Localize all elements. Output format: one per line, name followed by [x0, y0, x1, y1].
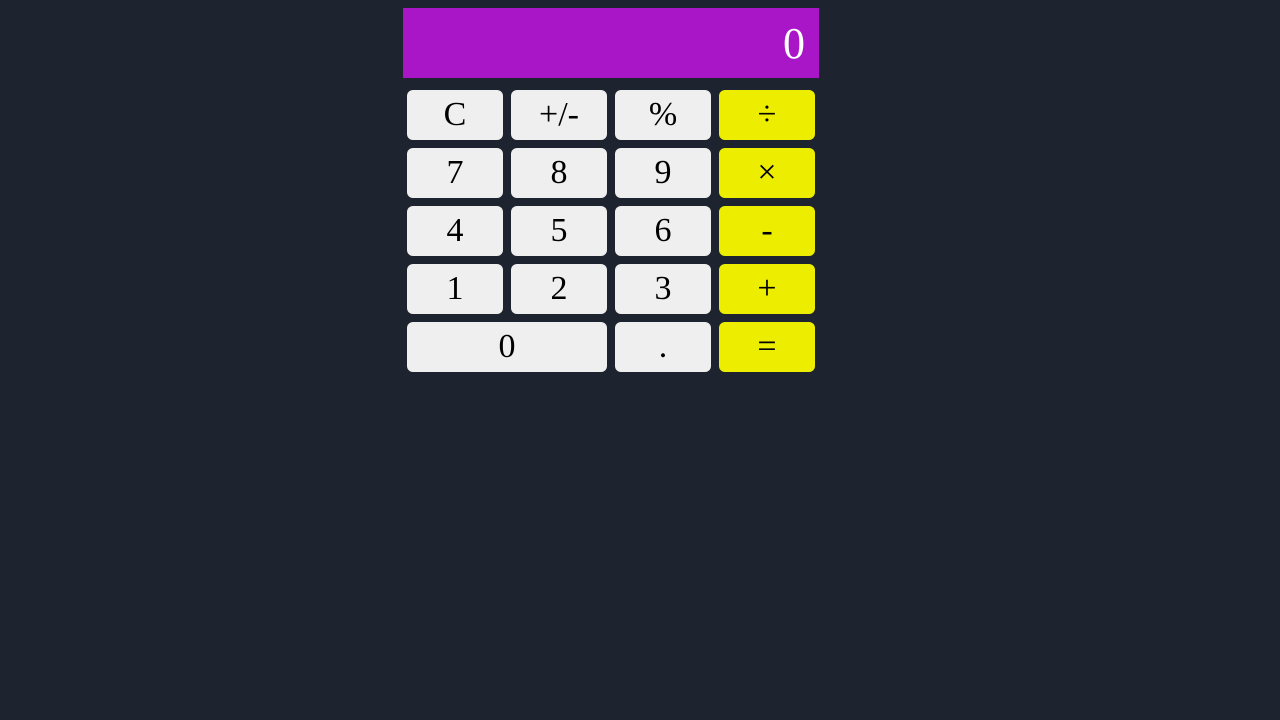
digit-5-button[interactable]: 5	[511, 206, 607, 256]
digit-6-button[interactable]: 6	[615, 206, 711, 256]
equals-button[interactable]: =	[719, 322, 815, 372]
subtract-button[interactable]: -	[719, 206, 815, 256]
clear-button[interactable]: C	[407, 90, 503, 140]
calculator-keypad: C +/- % ÷ 7 8 9 × 4 5 6 - 1 2 3 + 0 . =	[403, 90, 819, 372]
divide-button[interactable]: ÷	[719, 90, 815, 140]
decimal-button[interactable]: .	[615, 322, 711, 372]
multiply-button[interactable]: ×	[719, 148, 815, 198]
digit-2-button[interactable]: 2	[511, 264, 607, 314]
negate-button[interactable]: +/-	[511, 90, 607, 140]
percent-button[interactable]: %	[615, 90, 711, 140]
calculator-display: 0	[403, 8, 819, 78]
digit-0-button[interactable]: 0	[407, 322, 607, 372]
digit-3-button[interactable]: 3	[615, 264, 711, 314]
digit-8-button[interactable]: 8	[511, 148, 607, 198]
digit-1-button[interactable]: 1	[407, 264, 503, 314]
add-button[interactable]: +	[719, 264, 815, 314]
digit-9-button[interactable]: 9	[615, 148, 711, 198]
calculator: 0 C +/- % ÷ 7 8 9 × 4 5 6 - 1 2 3 + 0 . …	[403, 8, 819, 372]
digit-4-button[interactable]: 4	[407, 206, 503, 256]
digit-7-button[interactable]: 7	[407, 148, 503, 198]
